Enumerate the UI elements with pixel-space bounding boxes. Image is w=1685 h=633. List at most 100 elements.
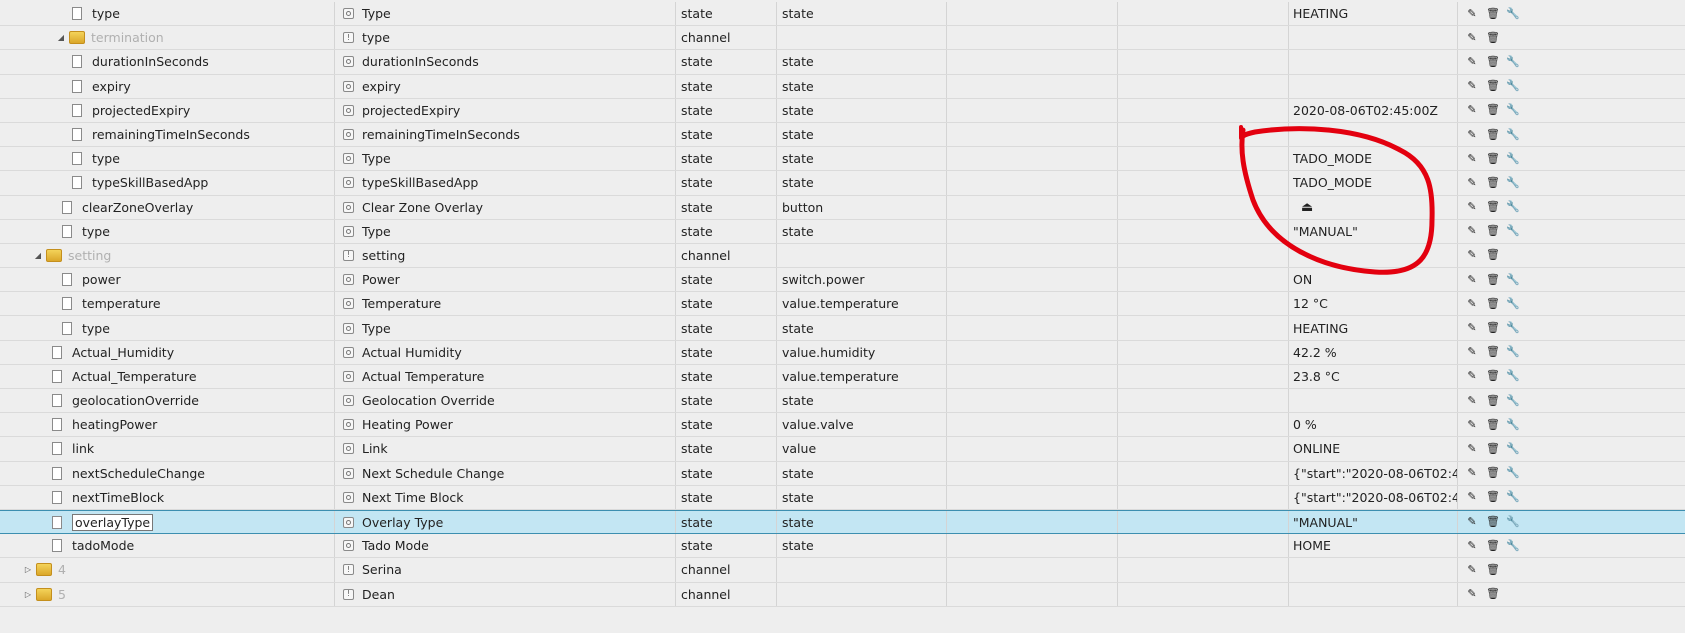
table-row[interactable]: heatingPower Heating Power state value.valv… <box>0 413 1685 438</box>
wrench-icon[interactable]: 🔧 <box>1506 394 1520 408</box>
trash-icon[interactable]: 🗑 <box>1486 466 1500 480</box>
wrench-icon[interactable]: 🔧 <box>1506 176 1520 190</box>
table-row[interactable]: Actual_Temperature Actual Temperature stat… <box>0 364 1685 389</box>
table-row[interactable]: tadoMode Tado Mode state state HOME ✎ 🗑 🔧 <box>0 534 1685 559</box>
pencil-icon[interactable]: ✎ <box>1466 466 1478 480</box>
value-cell[interactable]: 2020-08-06T02:45:00Z <box>1289 99 1457 122</box>
value-cell[interactable]: TADO_MODE <box>1289 147 1457 170</box>
collapse-arrow-icon[interactable]: ◢ <box>55 33 67 42</box>
value-cell[interactable] <box>1289 50 1457 73</box>
wrench-icon[interactable]: 🔧 <box>1506 103 1520 117</box>
pencil-icon[interactable]: ✎ <box>1466 7 1478 21</box>
trash-icon[interactable]: 🗑 <box>1486 176 1500 190</box>
id-cell[interactable]: Actual_Temperature <box>0 365 334 388</box>
value-cell[interactable] <box>1289 583 1457 606</box>
trash-icon[interactable]: 🗑 <box>1486 103 1500 117</box>
pencil-icon[interactable]: ✎ <box>1466 563 1478 577</box>
value-cell[interactable]: "MANUAL" <box>1289 511 1457 533</box>
expand-arrow-icon[interactable]: ▷ <box>22 565 34 574</box>
trash-icon[interactable]: 🗑 <box>1486 369 1500 383</box>
id-cell[interactable]: link <box>0 437 334 460</box>
table-row[interactable]: type Type state state HEATING ✎ 🗑 🔧 <box>0 316 1685 341</box>
pencil-icon[interactable]: ✎ <box>1466 539 1478 553</box>
trash-icon[interactable]: 🗑 <box>1486 224 1500 238</box>
trash-icon[interactable]: 🗑 <box>1486 563 1500 577</box>
pencil-icon[interactable]: ✎ <box>1466 297 1478 311</box>
trash-icon[interactable]: 🗑 <box>1486 515 1500 529</box>
wrench-icon[interactable]: 🔧 <box>1506 55 1520 69</box>
pencil-icon[interactable]: ✎ <box>1466 587 1478 601</box>
value-cell[interactable]: "MANUAL" <box>1289 220 1457 243</box>
wrench-icon[interactable]: 🔧 <box>1506 7 1520 21</box>
wrench-icon[interactable]: 🔧 <box>1506 369 1520 383</box>
trash-icon[interactable]: 🗑 <box>1486 55 1500 69</box>
wrench-icon[interactable]: 🔧 <box>1506 515 1520 529</box>
table-row[interactable]: expiry expiry state state ✎ 🗑 🔧 <box>0 74 1685 99</box>
pencil-icon[interactable]: ✎ <box>1466 248 1478 262</box>
id-cell[interactable]: clearZoneOverlay <box>0 196 334 219</box>
pencil-icon[interactable]: ✎ <box>1466 418 1478 432</box>
trash-icon[interactable]: 🗑 <box>1486 490 1500 504</box>
pencil-icon[interactable]: ✎ <box>1466 515 1478 529</box>
value-cell[interactable]: TADO_MODE <box>1289 171 1457 194</box>
id-cell[interactable]: durationInSeconds <box>0 50 334 73</box>
pencil-icon[interactable]: ✎ <box>1466 152 1478 166</box>
table-row[interactable]: type Type state state TADO_MODE ✎ 🗑 🔧 <box>0 147 1685 172</box>
trash-icon[interactable]: 🗑 <box>1486 273 1500 287</box>
wrench-icon[interactable]: 🔧 <box>1506 345 1520 359</box>
trash-icon[interactable]: 🗑 <box>1486 128 1500 142</box>
value-cell[interactable]: 42.2 % <box>1289 341 1457 364</box>
trash-icon[interactable]: 🗑 <box>1486 200 1500 214</box>
id-cell[interactable]: Actual_Humidity <box>0 341 334 364</box>
value-cell[interactable]: 12 °C <box>1289 292 1457 315</box>
table-row[interactable]: Actual_Humidity Actual Humidity state value… <box>0 340 1685 365</box>
wrench-icon[interactable]: 🔧 <box>1506 418 1520 432</box>
pencil-icon[interactable]: ✎ <box>1466 442 1478 456</box>
table-row[interactable]: overlayType Overlay Type state state "MANUAL… <box>0 509 1685 535</box>
trash-icon[interactable]: 🗑 <box>1486 539 1500 553</box>
pencil-icon[interactable]: ✎ <box>1466 176 1478 190</box>
value-cell[interactable]: {"start":"2020-08-06T02:45:00 <box>1289 486 1457 509</box>
id-cell[interactable]: geolocationOverride <box>0 389 334 412</box>
wrench-icon[interactable]: 🔧 <box>1506 321 1520 335</box>
trash-icon[interactable]: 🗑 <box>1486 7 1500 21</box>
id-cell[interactable]: type <box>0 220 334 243</box>
value-cell[interactable] <box>1289 75 1457 98</box>
value-cell[interactable]: HEATING <box>1289 2 1457 25</box>
id-cell[interactable]: nextTimeBlock <box>0 486 334 509</box>
pencil-icon[interactable]: ✎ <box>1466 369 1478 383</box>
eject-icon[interactable]: ⏏ <box>1301 200 1313 215</box>
id-cell[interactable]: ◢ termination <box>0 26 334 49</box>
table-row[interactable]: remainingTimeInSeconds remainingTimeInSec… <box>0 122 1685 148</box>
pencil-icon[interactable]: ✎ <box>1466 31 1478 45</box>
value-cell[interactable] <box>1289 123 1457 146</box>
pencil-icon[interactable]: ✎ <box>1466 345 1478 359</box>
wrench-icon[interactable]: 🔧 <box>1506 273 1520 287</box>
id-cell[interactable]: heatingPower <box>0 413 334 436</box>
value-cell[interactable]: 0 % <box>1289 413 1457 436</box>
value-cell[interactable]: ON <box>1289 268 1457 291</box>
value-cell[interactable]: ONLINE <box>1289 437 1457 460</box>
pencil-icon[interactable]: ✎ <box>1466 273 1478 287</box>
value-cell[interactable]: HEATING <box>1289 316 1457 339</box>
id-cell[interactable]: typeSkillBasedApp <box>0 171 334 194</box>
id-cell[interactable]: ▷ 4 <box>0 558 334 581</box>
table-row[interactable]: durationInSeconds durationInSeconds state s… <box>0 50 1685 75</box>
trash-icon[interactable]: 🗑 <box>1486 442 1500 456</box>
id-cell[interactable]: ▷ 5 <box>0 583 334 606</box>
table-row[interactable]: type Type state state HEATING ✎ 🗑 🔧 <box>0 2 1685 27</box>
pencil-icon[interactable]: ✎ <box>1466 394 1478 408</box>
id-cell[interactable]: power <box>0 268 334 291</box>
table-row[interactable]: temperature Temperature state value.tempera… <box>0 292 1685 317</box>
wrench-icon[interactable]: 🔧 <box>1506 224 1520 238</box>
value-cell[interactable]: HOME <box>1289 534 1457 557</box>
wrench-icon[interactable]: 🔧 <box>1506 442 1520 456</box>
value-cell[interactable]: {"start":"2020-08-06T02:45:00 <box>1289 462 1457 485</box>
trash-icon[interactable]: 🗑 <box>1486 297 1500 311</box>
trash-icon[interactable]: 🗑 <box>1486 79 1500 93</box>
table-row[interactable]: power Power state switch.power ON ✎ 🗑 🔧 <box>0 268 1685 293</box>
value-cell[interactable] <box>1289 389 1457 412</box>
trash-icon[interactable]: 🗑 <box>1486 587 1500 601</box>
table-row[interactable]: type Type state state "MANUAL" ✎ 🗑 🔧 <box>0 219 1685 244</box>
value-cell[interactable]: ⏏ <box>1289 196 1457 219</box>
